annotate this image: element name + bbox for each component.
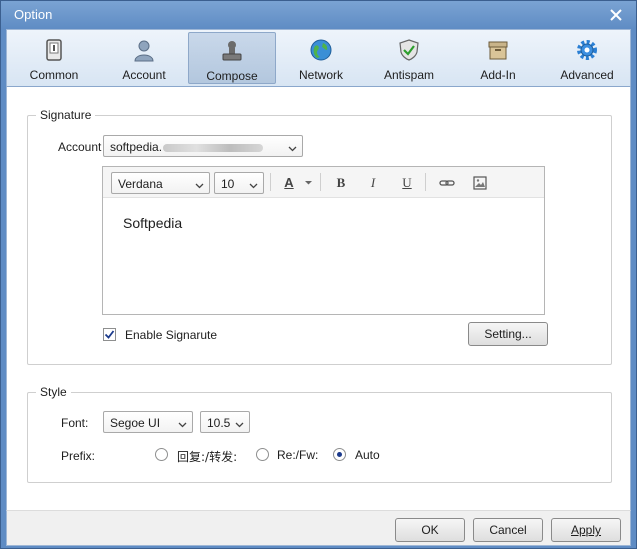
tab-account-label: Account [122,68,166,82]
chevron-down-icon [195,179,204,189]
signature-body-text[interactable]: Softpedia [123,215,182,231]
account-email-redacted [163,143,264,152]
image-icon[interactable] [471,174,489,192]
tab-antispam[interactable]: Antispam [369,32,449,84]
tab-common[interactable]: Common [15,32,93,84]
globe-icon [309,38,333,62]
tab-antispam-label: Antispam [383,68,435,82]
toolbar-separator [320,173,321,191]
signature-editor: Verdana 10 A B I U Softpedia [102,166,545,315]
account-label: Account [58,140,102,154]
prefix-radio-re-fw[interactable] [256,448,269,461]
tab-account[interactable]: Account [102,32,186,84]
enable-signature-checkbox[interactable] [103,328,116,341]
prefix-option-re-fw: Re:/Fw: [277,448,319,462]
font-color-dropdown-icon[interactable] [302,174,314,192]
chevron-down-icon [249,179,258,189]
prefix-option-auto: Auto [355,448,380,462]
style-group: Style Font: Segoe UI 10.5 Prefix: 回复:/转发… [27,385,612,483]
chevron-down-icon [288,142,297,152]
setting-button[interactable]: Setting... [468,322,548,346]
prefix-radio-chinese[interactable] [155,448,168,461]
toolbar-separator [270,173,271,191]
category-toolbar: Common Account Compose Network Antispam … [6,29,631,87]
signature-group: Signature Account softpedia. Verdana 10 … [27,108,612,365]
tab-network-label: Network [298,68,343,82]
window-title: Option [14,7,53,22]
cancel-button[interactable]: Cancel [473,518,543,542]
prefix-option-chinese: 回复:/转发: [177,450,238,464]
compose-panel: Signature Account softpedia. Verdana 10 … [6,87,631,510]
ok-button[interactable]: OK [395,518,465,542]
stamp-icon [220,39,244,63]
link-icon[interactable] [438,174,456,192]
shield-icon [397,38,421,62]
user-icon [132,38,156,62]
style-size-select[interactable]: 10.5 [200,411,250,433]
signature-group-title: Signature [36,108,96,122]
chevron-down-icon [235,418,244,428]
editor-toolbar: Verdana 10 A B I U [103,167,544,198]
account-value: softpedia. [110,140,163,154]
toolbar-separator [425,173,426,191]
font-color-button[interactable]: A [280,174,298,192]
style-size-value: 10.5 [207,416,231,430]
style-font-value: Segoe UI [110,416,161,430]
title-bar: Option [1,1,636,29]
style-font-select[interactable]: Segoe UI [103,411,193,433]
tab-common-label: Common [29,68,79,82]
underline-button[interactable]: U [398,174,416,192]
option-window: Option Common Account Compose Network An… [0,0,637,549]
tab-advanced-label: Advanced [560,68,614,82]
phone-icon [42,38,66,62]
gear-icon [575,38,599,62]
tab-network[interactable]: Network [282,32,360,84]
prefix-radio-auto[interactable] [333,448,346,461]
close-icon[interactable] [606,5,626,25]
apply-button[interactable]: Apply [551,518,621,542]
tab-advanced[interactable]: Advanced [547,32,627,84]
dialog-footer: OK Cancel Apply [6,510,631,546]
enable-signature-label: Enable Signarute [125,328,218,342]
bold-button[interactable]: B [332,174,350,192]
tab-compose-label: Compose [206,69,258,83]
font-label: Font: [61,416,89,430]
account-select[interactable]: softpedia. [103,135,303,157]
italic-button[interactable]: I [364,174,382,192]
tab-compose[interactable]: Compose [188,32,276,84]
chevron-down-icon [178,418,187,428]
prefix-label: Prefix: [61,449,96,463]
tab-add-in[interactable]: Add-In [459,32,537,84]
editor-font-select[interactable]: Verdana [111,172,210,194]
editor-size-value: 10 [221,177,235,191]
editor-font-value: Verdana [118,177,163,191]
box-icon [486,38,510,62]
tab-add-in-label: Add-In [480,68,516,82]
editor-size-select[interactable]: 10 [214,172,264,194]
style-group-title: Style [36,385,71,399]
